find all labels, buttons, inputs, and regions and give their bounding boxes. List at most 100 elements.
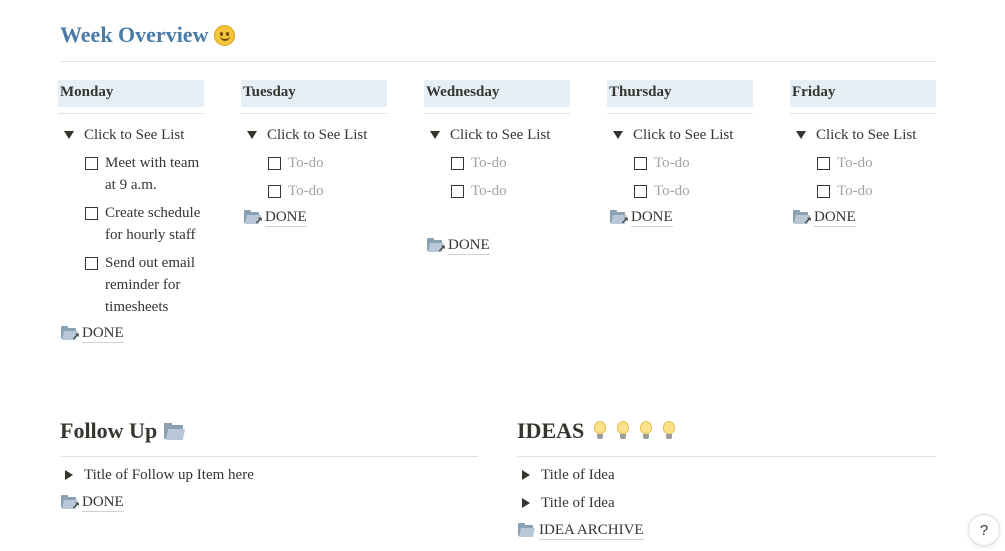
todo-checkbox[interactable] xyxy=(634,157,647,170)
toggle-see-list[interactable]: Click to See List xyxy=(424,124,570,146)
todo-item: To-do xyxy=(451,180,570,202)
done-page-link[interactable]: ↗ DONE xyxy=(424,234,570,256)
todo-item: To-do xyxy=(817,180,936,202)
folder-link-icon: ↗ xyxy=(793,210,812,227)
follow-up-toggle-item[interactable]: Title of Follow up Item here xyxy=(58,464,478,486)
idea-toggle-item[interactable]: Title of Idea xyxy=(515,492,935,514)
done-page-link[interactable]: ↗ DONE xyxy=(607,206,753,228)
light-bulb-icon xyxy=(593,421,607,441)
done-link-text[interactable]: DONE xyxy=(814,208,856,227)
done-page-link[interactable]: ↗ DONE xyxy=(58,491,478,513)
toggle-see-list[interactable]: Click to See List xyxy=(58,124,204,146)
todo-text[interactable]: To-do xyxy=(837,180,873,202)
light-bulb-icon xyxy=(662,421,676,441)
follow-up-divider xyxy=(60,456,478,457)
smiley-emoji-icon xyxy=(214,24,236,46)
todo-item: To-do xyxy=(268,152,387,174)
light-bulb-icon xyxy=(639,421,653,441)
done-link-text[interactable]: DONE xyxy=(82,493,124,512)
folder-link-icon: ↗ xyxy=(244,210,263,227)
todo-item: To-do xyxy=(817,152,936,174)
todo-checkbox[interactable] xyxy=(268,157,281,170)
folder-link-icon: ↗ xyxy=(61,326,80,343)
day-header: Wednesday xyxy=(424,80,570,107)
todo-item: To-do xyxy=(634,180,753,202)
toggle-label: Click to See List xyxy=(267,126,368,143)
todo-item: Send out email reminder for timesheets xyxy=(85,252,204,318)
page-title-text: Week Overview xyxy=(60,22,209,47)
todo-item: To-do xyxy=(451,152,570,174)
ideas-list: Title of Idea Title of Idea IDEA ARCHIVE xyxy=(515,464,935,541)
todo-checkbox[interactable] xyxy=(817,185,830,198)
day-header: Monday xyxy=(58,80,204,107)
done-link-text[interactable]: DONE xyxy=(631,208,673,227)
day-divider xyxy=(424,113,570,114)
todo-checkbox[interactable] xyxy=(451,185,464,198)
todo-text[interactable]: Meet with team at 9 a.m. xyxy=(105,152,204,196)
follow-up-heading: Follow Up xyxy=(60,418,186,444)
help-button-label: ? xyxy=(979,521,989,539)
day-header: Friday xyxy=(790,80,936,107)
todo-item: Create schedule for hourly staff xyxy=(85,202,204,246)
folder-link-icon: ↗ xyxy=(427,238,446,255)
day-divider xyxy=(607,113,753,114)
todo-checkbox[interactable] xyxy=(85,257,98,270)
todo-text[interactable]: To-do xyxy=(471,180,507,202)
todo-checkbox[interactable] xyxy=(268,185,281,198)
toggle-see-list[interactable]: Click to See List xyxy=(790,124,936,146)
folder-link-icon: ↗ xyxy=(61,495,80,512)
day-divider xyxy=(58,113,204,114)
day-column-wednesday: Wednesday Click to See List To-do To-do … xyxy=(424,80,570,256)
idea-item-text: Title of Idea xyxy=(541,494,615,511)
todo-checkbox[interactable] xyxy=(451,157,464,170)
toggle-open-icon[interactable] xyxy=(796,131,806,139)
day-column-friday: Friday Click to See List To-do To-do ↗ D… xyxy=(790,80,936,228)
folder-icon xyxy=(518,523,535,537)
idea-toggle-item[interactable]: Title of Idea xyxy=(515,464,935,486)
toggle-see-list[interactable]: Click to See List xyxy=(241,124,387,146)
idea-archive-text[interactable]: IDEA ARCHIVE xyxy=(539,521,644,540)
todo-text[interactable]: To-do xyxy=(654,180,690,202)
toggle-label: Click to See List xyxy=(84,126,185,143)
todo-text[interactable]: Create schedule for hourly staff xyxy=(105,202,204,246)
todo-item: To-do xyxy=(268,180,387,202)
day-column-monday: Monday Click to See List Meet with team … xyxy=(58,80,204,344)
toggle-open-icon[interactable] xyxy=(613,131,623,139)
todo-text[interactable]: To-do xyxy=(471,152,507,174)
todo-checkbox[interactable] xyxy=(817,157,830,170)
todo-checkbox[interactable] xyxy=(634,185,647,198)
done-page-link[interactable]: ↗ DONE xyxy=(241,206,387,228)
ideas-divider xyxy=(517,456,936,457)
todo-text[interactable]: To-do xyxy=(288,180,324,202)
toggle-label: Click to See List xyxy=(816,126,917,143)
toggle-closed-icon[interactable] xyxy=(65,470,73,480)
toggle-open-icon[interactable] xyxy=(64,131,74,139)
done-link-text[interactable]: DONE xyxy=(448,236,490,255)
toggle-label: Click to See List xyxy=(633,126,734,143)
todo-item: Meet with team at 9 a.m. xyxy=(85,152,204,196)
help-button[interactable]: ? xyxy=(968,514,1000,546)
title-divider xyxy=(60,61,936,62)
toggle-label: Click to See List xyxy=(450,126,551,143)
folder-icon xyxy=(164,422,186,440)
todo-text[interactable]: Send out email reminder for timesheets xyxy=(105,252,204,318)
done-page-link[interactable]: ↗ DONE xyxy=(58,322,204,344)
follow-up-title: Follow Up xyxy=(60,418,158,443)
light-bulb-icon xyxy=(616,421,630,441)
toggle-open-icon[interactable] xyxy=(247,131,257,139)
idea-item-text: Title of Idea xyxy=(541,466,615,483)
todo-text[interactable]: To-do xyxy=(837,152,873,174)
todo-text[interactable]: To-do xyxy=(288,152,324,174)
done-page-link[interactable]: ↗ DONE xyxy=(790,206,936,228)
todo-text[interactable]: To-do xyxy=(654,152,690,174)
todo-checkbox[interactable] xyxy=(85,207,98,220)
idea-archive-link[interactable]: IDEA ARCHIVE xyxy=(515,519,935,541)
toggle-open-icon[interactable] xyxy=(430,131,440,139)
toggle-closed-icon[interactable] xyxy=(522,470,530,480)
todo-checkbox[interactable] xyxy=(85,157,98,170)
done-link-text[interactable]: DONE xyxy=(265,208,307,227)
done-link-text[interactable]: DONE xyxy=(82,324,124,343)
toggle-closed-icon[interactable] xyxy=(522,498,530,508)
day-column-thursday: Thursday Click to See List To-do To-do ↗… xyxy=(607,80,753,228)
toggle-see-list[interactable]: Click to See List xyxy=(607,124,753,146)
